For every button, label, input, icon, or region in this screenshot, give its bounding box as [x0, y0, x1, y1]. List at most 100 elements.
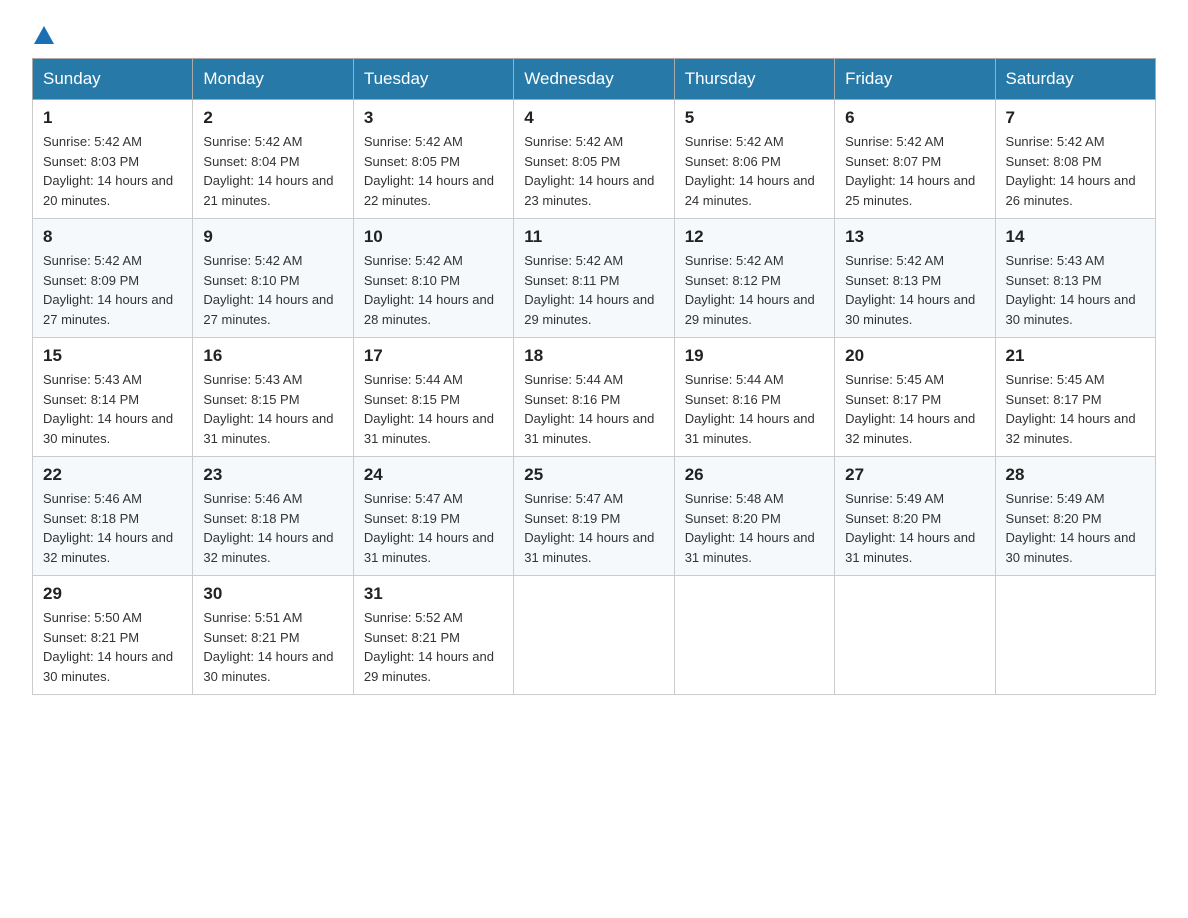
calendar-cell: 27Sunrise: 5:49 AMSunset: 8:20 PMDayligh…	[835, 457, 995, 576]
day-info: Sunrise: 5:45 AMSunset: 8:17 PMDaylight:…	[1006, 370, 1145, 448]
calendar-cell: 16 Sunrise: 5:43 AMSunset: 8:15 PMDayligh…	[193, 338, 353, 457]
day-number: 13	[845, 227, 984, 247]
day-number: 23	[203, 465, 342, 485]
day-info: Sunrise: 5:42 AMSunset: 8:08 PMDaylight:…	[1006, 132, 1145, 210]
day-number: 31	[364, 584, 503, 604]
calendar-cell	[674, 576, 834, 695]
day-info: Sunrise: 5:42 AMSunset: 8:07 PMDaylight:…	[845, 132, 984, 210]
day-number: 4	[524, 108, 663, 128]
calendar-cell: 25 Sunrise: 5:47 AMSunset: 8:19 PMDayligh…	[514, 457, 674, 576]
calendar-cell: 13 Sunrise: 5:42 AMSunset: 8:13 PMDayligh…	[835, 219, 995, 338]
day-info: Sunrise: 5:42 AMSunset: 8:09 PMDaylight:…	[43, 251, 182, 329]
day-info: Sunrise: 5:47 AMSunset: 8:19 PMDaylight:…	[364, 489, 503, 567]
calendar-week-row: 29 Sunrise: 5:50 AMSunset: 8:21 PMDayligh…	[33, 576, 1156, 695]
calendar-table: SundayMondayTuesdayWednesdayThursdayFrid…	[32, 58, 1156, 695]
calendar-cell	[995, 576, 1155, 695]
day-number: 19	[685, 346, 824, 366]
calendar-cell: 8Sunrise: 5:42 AMSunset: 8:09 PMDaylight…	[33, 219, 193, 338]
day-number: 20	[845, 346, 984, 366]
day-number: 16	[203, 346, 342, 366]
day-number: 11	[524, 227, 663, 247]
logo	[32, 24, 56, 46]
calendar-cell: 22Sunrise: 5:46 AMSunset: 8:18 PMDayligh…	[33, 457, 193, 576]
day-number: 15	[43, 346, 182, 366]
day-number: 12	[685, 227, 824, 247]
calendar-cell: 28 Sunrise: 5:49 AMSunset: 8:20 PMDayligh…	[995, 457, 1155, 576]
day-info: Sunrise: 5:42 AMSunset: 8:12 PMDaylight:…	[685, 251, 824, 329]
column-header-friday: Friday	[835, 59, 995, 100]
day-number: 21	[1006, 346, 1145, 366]
day-number: 10	[364, 227, 503, 247]
day-info: Sunrise: 5:42 AMSunset: 8:13 PMDaylight:…	[845, 251, 984, 329]
day-info: Sunrise: 5:51 AMSunset: 8:21 PMDaylight:…	[203, 608, 342, 686]
day-info: Sunrise: 5:46 AMSunset: 8:18 PMDaylight:…	[43, 489, 182, 567]
column-header-tuesday: Tuesday	[353, 59, 513, 100]
calendar-week-row: 1 Sunrise: 5:42 AMSunset: 8:03 PMDaylight…	[33, 100, 1156, 219]
calendar-cell	[835, 576, 995, 695]
day-info: Sunrise: 5:44 AMSunset: 8:16 PMDaylight:…	[524, 370, 663, 448]
day-number: 27	[845, 465, 984, 485]
day-info: Sunrise: 5:43 AMSunset: 8:13 PMDaylight:…	[1006, 251, 1145, 329]
column-header-sunday: Sunday	[33, 59, 193, 100]
day-info: Sunrise: 5:42 AMSunset: 8:11 PMDaylight:…	[524, 251, 663, 329]
day-number: 29	[43, 584, 182, 604]
day-info: Sunrise: 5:47 AMSunset: 8:19 PMDaylight:…	[524, 489, 663, 567]
calendar-cell: 21 Sunrise: 5:45 AMSunset: 8:17 PMDayligh…	[995, 338, 1155, 457]
day-number: 2	[203, 108, 342, 128]
day-number: 26	[685, 465, 824, 485]
calendar-cell: 12 Sunrise: 5:42 AMSunset: 8:12 PMDayligh…	[674, 219, 834, 338]
day-info: Sunrise: 5:42 AMSunset: 8:06 PMDaylight:…	[685, 132, 824, 210]
day-info: Sunrise: 5:42 AMSunset: 8:05 PMDaylight:…	[524, 132, 663, 210]
calendar-header-row: SundayMondayTuesdayWednesdayThursdayFrid…	[33, 59, 1156, 100]
day-number: 17	[364, 346, 503, 366]
day-info: Sunrise: 5:42 AMSunset: 8:10 PMDaylight:…	[364, 251, 503, 329]
day-number: 9	[203, 227, 342, 247]
calendar-cell: 14 Sunrise: 5:43 AMSunset: 8:13 PMDayligh…	[995, 219, 1155, 338]
day-number: 1	[43, 108, 182, 128]
day-info: Sunrise: 5:42 AMSunset: 8:03 PMDaylight:…	[43, 132, 182, 210]
day-number: 6	[845, 108, 984, 128]
column-header-thursday: Thursday	[674, 59, 834, 100]
calendar-cell	[514, 576, 674, 695]
calendar-cell: 9Sunrise: 5:42 AMSunset: 8:10 PMDaylight…	[193, 219, 353, 338]
calendar-cell: 6 Sunrise: 5:42 AMSunset: 8:07 PMDaylight…	[835, 100, 995, 219]
page-header	[32, 24, 1156, 46]
logo-triangle-icon	[34, 26, 54, 44]
day-info: Sunrise: 5:45 AMSunset: 8:17 PMDaylight:…	[845, 370, 984, 448]
day-number: 28	[1006, 465, 1145, 485]
calendar-cell: 1 Sunrise: 5:42 AMSunset: 8:03 PMDaylight…	[33, 100, 193, 219]
day-info: Sunrise: 5:49 AMSunset: 8:20 PMDaylight:…	[1006, 489, 1145, 567]
day-info: Sunrise: 5:48 AMSunset: 8:20 PMDaylight:…	[685, 489, 824, 567]
calendar-cell: 5 Sunrise: 5:42 AMSunset: 8:06 PMDaylight…	[674, 100, 834, 219]
calendar-week-row: 8Sunrise: 5:42 AMSunset: 8:09 PMDaylight…	[33, 219, 1156, 338]
day-number: 14	[1006, 227, 1145, 247]
day-number: 7	[1006, 108, 1145, 128]
calendar-cell: 3Sunrise: 5:42 AMSunset: 8:05 PMDaylight…	[353, 100, 513, 219]
day-number: 3	[364, 108, 503, 128]
calendar-cell: 4 Sunrise: 5:42 AMSunset: 8:05 PMDaylight…	[514, 100, 674, 219]
calendar-week-row: 22Sunrise: 5:46 AMSunset: 8:18 PMDayligh…	[33, 457, 1156, 576]
calendar-cell: 31 Sunrise: 5:52 AMSunset: 8:21 PMDayligh…	[353, 576, 513, 695]
calendar-cell: 7 Sunrise: 5:42 AMSunset: 8:08 PMDaylight…	[995, 100, 1155, 219]
day-number: 25	[524, 465, 663, 485]
day-info: Sunrise: 5:46 AMSunset: 8:18 PMDaylight:…	[203, 489, 342, 567]
calendar-cell: 20 Sunrise: 5:45 AMSunset: 8:17 PMDayligh…	[835, 338, 995, 457]
calendar-cell: 2Sunrise: 5:42 AMSunset: 8:04 PMDaylight…	[193, 100, 353, 219]
day-info: Sunrise: 5:43 AMSunset: 8:14 PMDaylight:…	[43, 370, 182, 448]
column-header-saturday: Saturday	[995, 59, 1155, 100]
day-info: Sunrise: 5:50 AMSunset: 8:21 PMDaylight:…	[43, 608, 182, 686]
day-info: Sunrise: 5:43 AMSunset: 8:15 PMDaylight:…	[203, 370, 342, 448]
calendar-cell: 19 Sunrise: 5:44 AMSunset: 8:16 PMDayligh…	[674, 338, 834, 457]
day-info: Sunrise: 5:44 AMSunset: 8:15 PMDaylight:…	[364, 370, 503, 448]
calendar-cell: 30Sunrise: 5:51 AMSunset: 8:21 PMDayligh…	[193, 576, 353, 695]
day-number: 5	[685, 108, 824, 128]
calendar-cell: 26 Sunrise: 5:48 AMSunset: 8:20 PMDayligh…	[674, 457, 834, 576]
calendar-cell: 18 Sunrise: 5:44 AMSunset: 8:16 PMDayligh…	[514, 338, 674, 457]
day-info: Sunrise: 5:52 AMSunset: 8:21 PMDaylight:…	[364, 608, 503, 686]
day-info: Sunrise: 5:44 AMSunset: 8:16 PMDaylight:…	[685, 370, 824, 448]
calendar-week-row: 15 Sunrise: 5:43 AMSunset: 8:14 PMDayligh…	[33, 338, 1156, 457]
column-header-monday: Monday	[193, 59, 353, 100]
day-number: 18	[524, 346, 663, 366]
calendar-cell: 17 Sunrise: 5:44 AMSunset: 8:15 PMDayligh…	[353, 338, 513, 457]
day-number: 24	[364, 465, 503, 485]
